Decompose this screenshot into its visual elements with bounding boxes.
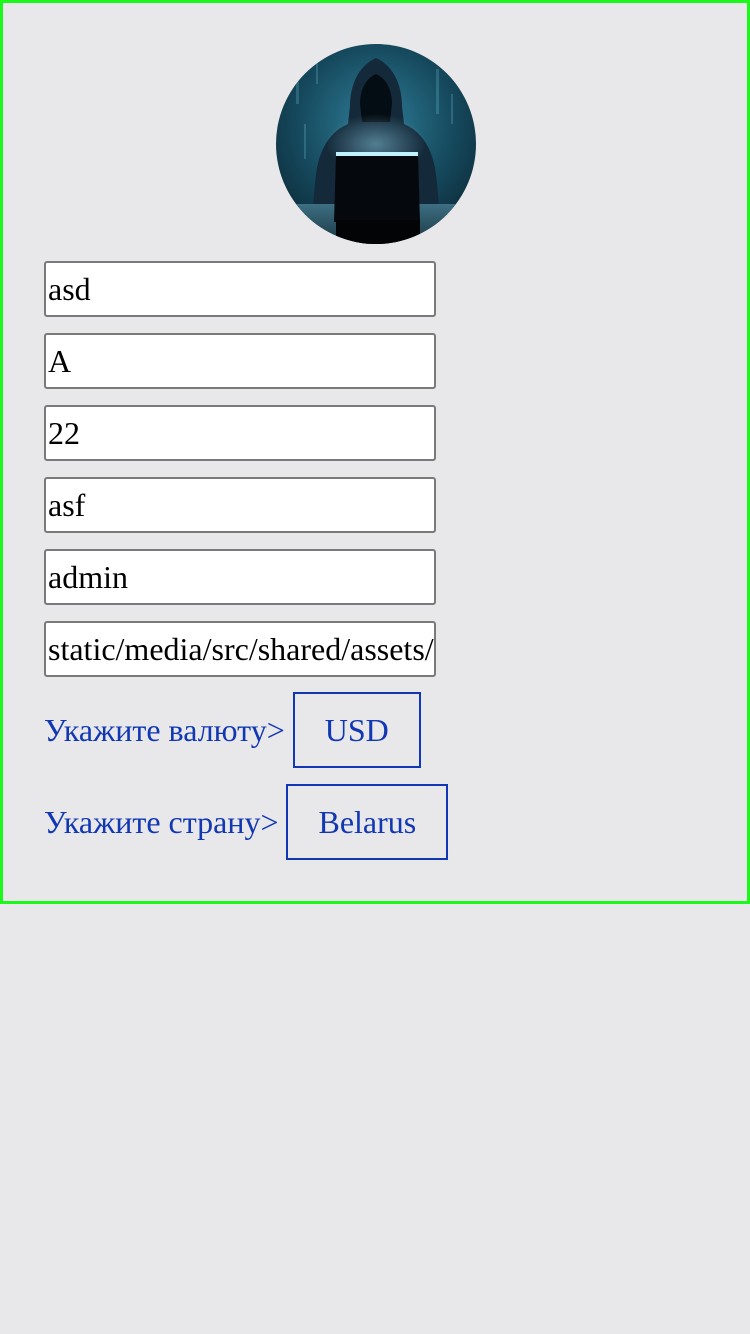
age-field[interactable]: 22 [44,405,436,461]
profile-form-container: asd A 22 asf admin static/media/src/shar… [0,0,750,904]
nickname-field[interactable]: asf [44,477,436,533]
hooded-hacker-avatar-icon [276,44,476,244]
currency-picker: Укажите валюту> USD [44,692,421,768]
first-name-field[interactable]: asd [44,261,436,317]
avatar-path-field[interactable]: static/media/src/shared/assets/ [44,621,436,677]
country-label: Укажите страну> [44,804,279,840]
country-select-button[interactable]: Belarus [286,784,449,860]
currency-select-button[interactable]: USD [292,692,421,768]
currency-label: Укажите валюту> [44,712,285,748]
avatar [276,44,476,244]
country-picker: Укажите страну> Belarus [44,784,449,860]
last-name-field[interactable]: A [44,333,436,389]
role-field[interactable]: admin [44,549,436,605]
